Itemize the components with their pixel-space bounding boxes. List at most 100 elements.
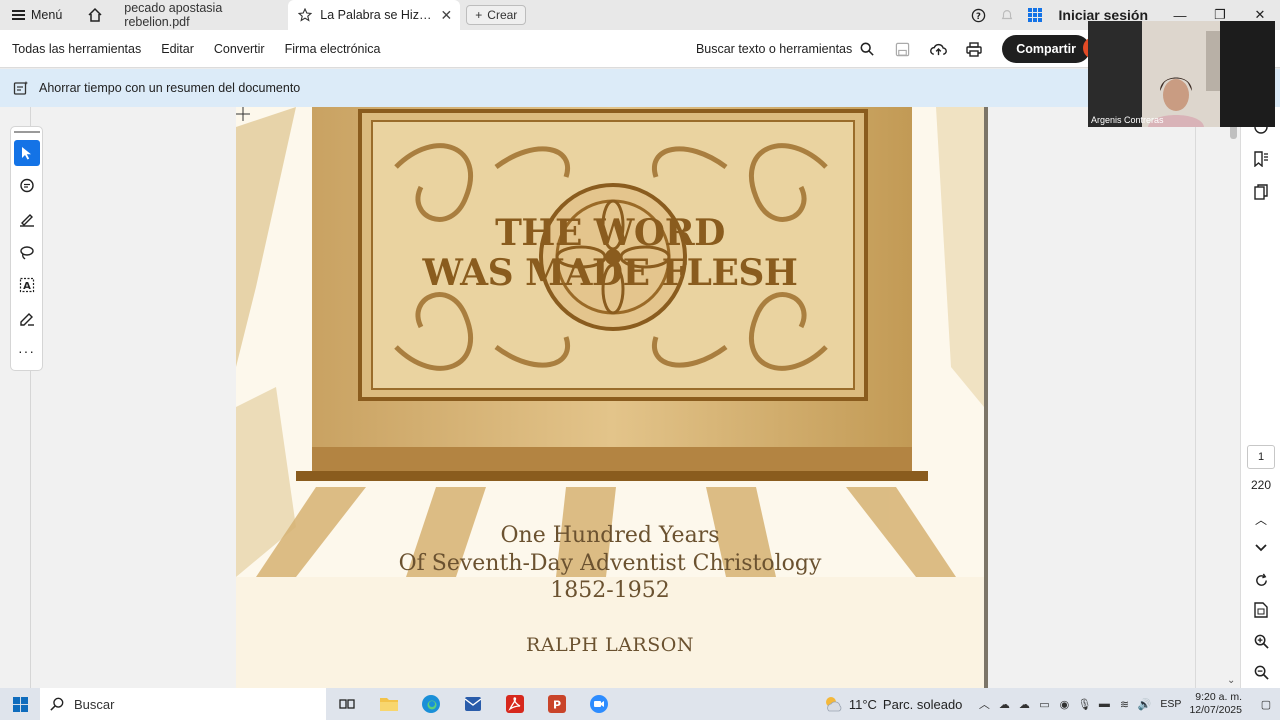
zoom-in-button[interactable] — [1249, 629, 1273, 653]
start-button[interactable] — [0, 688, 40, 720]
bell-icon — [1001, 10, 1012, 20]
highlight-tool-button[interactable] — [14, 206, 40, 232]
right-side-panel: 1 220 ︿ — [1240, 107, 1280, 688]
total-pages: 220 — [1250, 478, 1272, 492]
current-page-input[interactable]: 1 — [1247, 445, 1275, 469]
cover-subtitle-line1: One Hundred Years — [500, 523, 720, 548]
cover-title-line1: THE WORD — [495, 212, 725, 254]
powerpoint-app-button[interactable]: P — [536, 688, 578, 720]
edge-icon — [422, 695, 440, 713]
speaker-icon[interactable]: 🔊 — [1134, 688, 1154, 720]
taskbar-search-box[interactable]: Buscar — [40, 688, 326, 720]
file-explorer-button[interactable] — [368, 688, 410, 720]
draw-tool-button[interactable] — [14, 239, 40, 265]
print-button[interactable] — [956, 30, 992, 68]
plus-icon: + — [475, 8, 483, 22]
document-scrollbar[interactable]: ⌄ — [1226, 107, 1240, 688]
folder-icon — [380, 698, 398, 711]
battery-icon[interactable]: ▬ — [1094, 688, 1114, 720]
zoom-app-button[interactable] — [578, 688, 620, 720]
zoom-out-icon — [1254, 665, 1269, 680]
outlook-app-button[interactable] — [452, 688, 494, 720]
save-icon — [895, 42, 909, 56]
next-page-button[interactable] — [1249, 536, 1273, 560]
participant-name: Argenis Contreras — [1091, 115, 1164, 125]
tab-pecado-apostasia[interactable]: pecado apostasia rebelion.pdf — [110, 0, 288, 30]
more-tools-button[interactable]: ··· — [14, 338, 40, 364]
create-button[interactable]: + Crear — [466, 5, 527, 25]
microphone-icon[interactable]: 🎙 — [1074, 688, 1094, 720]
cover-subtitle-line2: Of Seventh-Day Adventist Christology — [398, 551, 822, 576]
tab-la-palabra[interactable]: La Palabra se Hizo C... ✕ — [288, 0, 461, 30]
search-tools-label: Buscar texto o herramientas — [695, 42, 853, 56]
location-icon[interactable]: ◉ — [1054, 688, 1074, 720]
windows-logo-icon — [12, 696, 28, 712]
more-dots-icon: ··· — [18, 343, 35, 359]
search-tools-button[interactable]: Buscar texto o herramientas — [696, 42, 874, 56]
upload-cloud-button[interactable] — [920, 30, 956, 68]
weather-widget[interactable]: 11°C Parc. soleado — [823, 695, 963, 713]
bookmarks-button[interactable] — [1249, 147, 1273, 171]
lasso-icon — [19, 246, 34, 260]
sign-tool-button[interactable] — [14, 305, 40, 331]
select-tool-button[interactable] — [13, 140, 40, 166]
notifications-button[interactable] — [993, 0, 1021, 30]
input-language[interactable]: ESP — [1160, 698, 1181, 710]
participant-video — [1088, 21, 1275, 127]
acrobat-app-button[interactable] — [494, 688, 536, 720]
comment-tool-button[interactable] — [14, 173, 40, 199]
menu-label: Menú — [31, 8, 63, 22]
banner-text: Ahorrar tiempo con un resumen del docume… — [39, 81, 301, 95]
task-view-button[interactable] — [326, 688, 368, 720]
zoom-out-button[interactable] — [1249, 660, 1273, 684]
pdf-page[interactable]: THE WORD WAS MADE FLESH One Hundred Year… — [236, 107, 988, 688]
svg-text:P: P — [553, 699, 561, 712]
mail-app-icon — [464, 697, 482, 711]
clock-date: 12/07/2025 — [1189, 704, 1242, 716]
cloud-sync-icon[interactable]: ☁ — [1014, 688, 1034, 720]
document-viewport[interactable]: THE WORD WAS MADE FLESH One Hundred Year… — [0, 107, 1240, 688]
page-fit-icon — [1254, 602, 1268, 618]
bookmark-icon — [1254, 151, 1268, 167]
share-button[interactable]: Compartir — [1002, 35, 1090, 63]
notification-center-icon[interactable]: ▢ — [1252, 688, 1280, 720]
taskbar-search-placeholder: Buscar — [74, 696, 115, 712]
create-label: Crear — [487, 8, 518, 22]
toolbar-edit[interactable]: Editar — [151, 42, 204, 56]
highlighter-pen-icon — [19, 214, 34, 227]
chevron-up-icon: ︿ — [1254, 512, 1267, 527]
help-button[interactable]: ? — [965, 0, 993, 30]
cover-title-line2: WAS MADE FLESH — [422, 252, 798, 294]
home-button[interactable] — [80, 0, 110, 30]
scroll-down-arrow-icon[interactable]: ⌄ — [1227, 675, 1235, 686]
rotate-button[interactable] — [1249, 568, 1273, 592]
system-clock[interactable]: 9:20 a. m. 12/07/2025 — [1189, 691, 1242, 717]
rail-grip-handle[interactable] — [13, 131, 40, 133]
save-button[interactable] — [884, 30, 920, 68]
meet-now-icon[interactable]: ▭ — [1034, 688, 1054, 720]
menu-button[interactable]: Menú — [0, 0, 74, 30]
search-icon — [50, 697, 64, 711]
apps-button[interactable] — [1021, 0, 1049, 30]
weather-temperature: 11°C — [848, 696, 877, 712]
previous-page-button[interactable]: ︿ — [1249, 507, 1273, 531]
toolbar-all-tools[interactable]: Todas las herramientas — [0, 42, 151, 56]
pages-button[interactable] — [1249, 180, 1273, 204]
weather-description: Parc. soleado — [882, 696, 963, 712]
partly-sunny-icon — [825, 697, 842, 712]
tray-overflow-chevron-icon[interactable]: ︿ — [974, 688, 994, 720]
wifi-icon[interactable]: ≋ — [1114, 688, 1134, 720]
toolbar-convert[interactable]: Convertir — [204, 42, 275, 56]
home-icon — [88, 7, 102, 22]
text-tool-button[interactable]: A — [14, 272, 40, 298]
close-tab-icon[interactable]: ✕ — [441, 7, 453, 24]
toolbar-right: Buscar texto o herramientas Compartir — [696, 30, 1090, 68]
onedrive-icon[interactable]: ☁ — [994, 688, 1014, 720]
webcam-overlay[interactable]: Argenis Contreras — [1088, 21, 1275, 127]
edge-browser-button[interactable] — [410, 688, 452, 720]
star-icon[interactable] — [298, 8, 313, 22]
toolbar-esign[interactable]: Firma electrónica — [275, 42, 391, 56]
powerpoint-icon: P — [548, 695, 566, 713]
hamburger-icon — [12, 10, 25, 20]
page-fit-button[interactable] — [1249, 598, 1273, 622]
